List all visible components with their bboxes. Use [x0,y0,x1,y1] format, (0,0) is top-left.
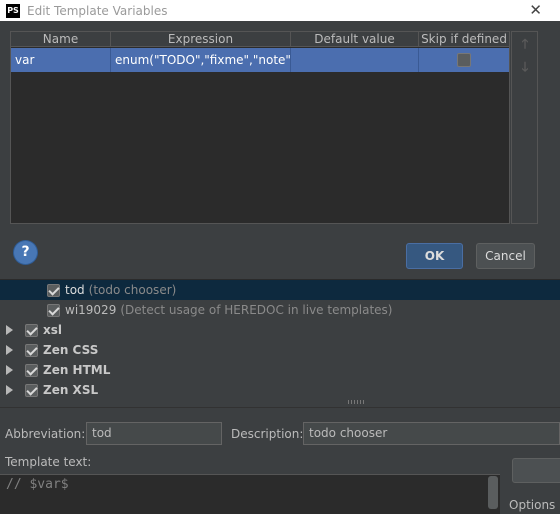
cell-skip-if-defined[interactable] [419,48,509,72]
help-icon[interactable]: ? [14,241,37,264]
tree-item-label: tod [65,283,85,297]
description-input[interactable]: todo chooser [303,422,560,445]
edit-template-variables-dialog: PS Edit Template Variables ✕ Name Expres… [0,0,560,280]
group-label: Zen XSL [43,383,99,397]
row-move-toolbar: 🡑 🡓 [511,31,538,224]
tree-item-tod[interactable]: tod (todo chooser) [0,280,560,300]
zen-html-checkbox[interactable] [25,363,38,377]
table-row[interactable]: var enum("TODO","fixme","note") [11,48,509,72]
tree-item-label: wi19029 [65,303,117,317]
group-label: xsl [43,323,62,337]
template-text-label: Template text: [5,455,92,469]
tod-checkbox[interactable] [47,283,60,297]
description-label: Description: [231,427,304,441]
skip-if-defined-checkbox[interactable] [457,53,471,67]
template-text: // $var$ [6,477,69,492]
expand-arrow-icon[interactable] [6,365,13,375]
column-header-name[interactable]: Name [11,32,111,47]
template-text-editor[interactable]: // $var$ [0,474,500,514]
group-label: Zen CSS [43,343,99,357]
tree-group-zen-html[interactable]: Zen HTML [6,360,110,380]
arrow-down-icon[interactable]: 🡓 [518,61,532,75]
expand-arrow-icon[interactable] [6,325,13,335]
editor-scrollbar[interactable] [488,476,498,509]
divider [0,407,560,408]
tree-group-zen-xsl[interactable]: Zen XSL [6,380,98,400]
cell-expression[interactable]: enum("TODO","fixme","note") [111,48,291,72]
close-icon[interactable]: ✕ [529,0,542,21]
phpstorm-logo-icon: PS [6,3,20,18]
abbreviation-label: Abbreviation: [5,427,86,441]
zen-xsl-checkbox[interactable] [25,383,38,397]
group-label: Zen HTML [43,363,111,377]
expand-arrow-icon[interactable] [6,345,13,355]
cell-name[interactable]: var [11,48,111,72]
ok-button[interactable]: OK [406,243,463,269]
expand-arrow-icon[interactable] [6,385,13,395]
table-header: Name Expression Default value Skip if de… [11,32,509,47]
wi19029-checkbox[interactable] [47,303,60,317]
splitter-grip[interactable] [348,400,364,404]
edit-variables-button[interactable] [512,458,560,483]
tree-group-xsl[interactable]: xsl [6,320,62,340]
variables-table[interactable]: Name Expression Default value Skip if de… [10,31,510,224]
column-header-default-value[interactable]: Default value [291,32,419,47]
zen-css-checkbox[interactable] [25,343,38,357]
column-header-expression[interactable]: Expression [111,32,291,47]
dialog-title: Edit Template Variables [27,3,168,18]
tree-group-zen-css[interactable]: Zen CSS [6,340,98,360]
tree-item-wi19029[interactable]: wi19029 (Detect usage of HEREDOC in live… [0,300,560,320]
cancel-button[interactable]: Cancel [476,243,535,269]
arrow-up-icon[interactable]: 🡑 [518,38,532,52]
column-header-skip-if-defined[interactable]: Skip if defined [419,32,509,47]
tree-item-desc: (todo chooser) [88,283,177,297]
xsl-checkbox[interactable] [25,323,38,337]
abbreviation-input[interactable]: tod [86,422,222,445]
tree-item-desc: (Detect usage of HEREDOC in live templat… [120,303,393,317]
cell-default-value[interactable] [291,48,419,72]
dialog-titlebar[interactable]: PS Edit Template Variables ✕ [0,0,560,21]
options-label: Options [509,498,556,512]
